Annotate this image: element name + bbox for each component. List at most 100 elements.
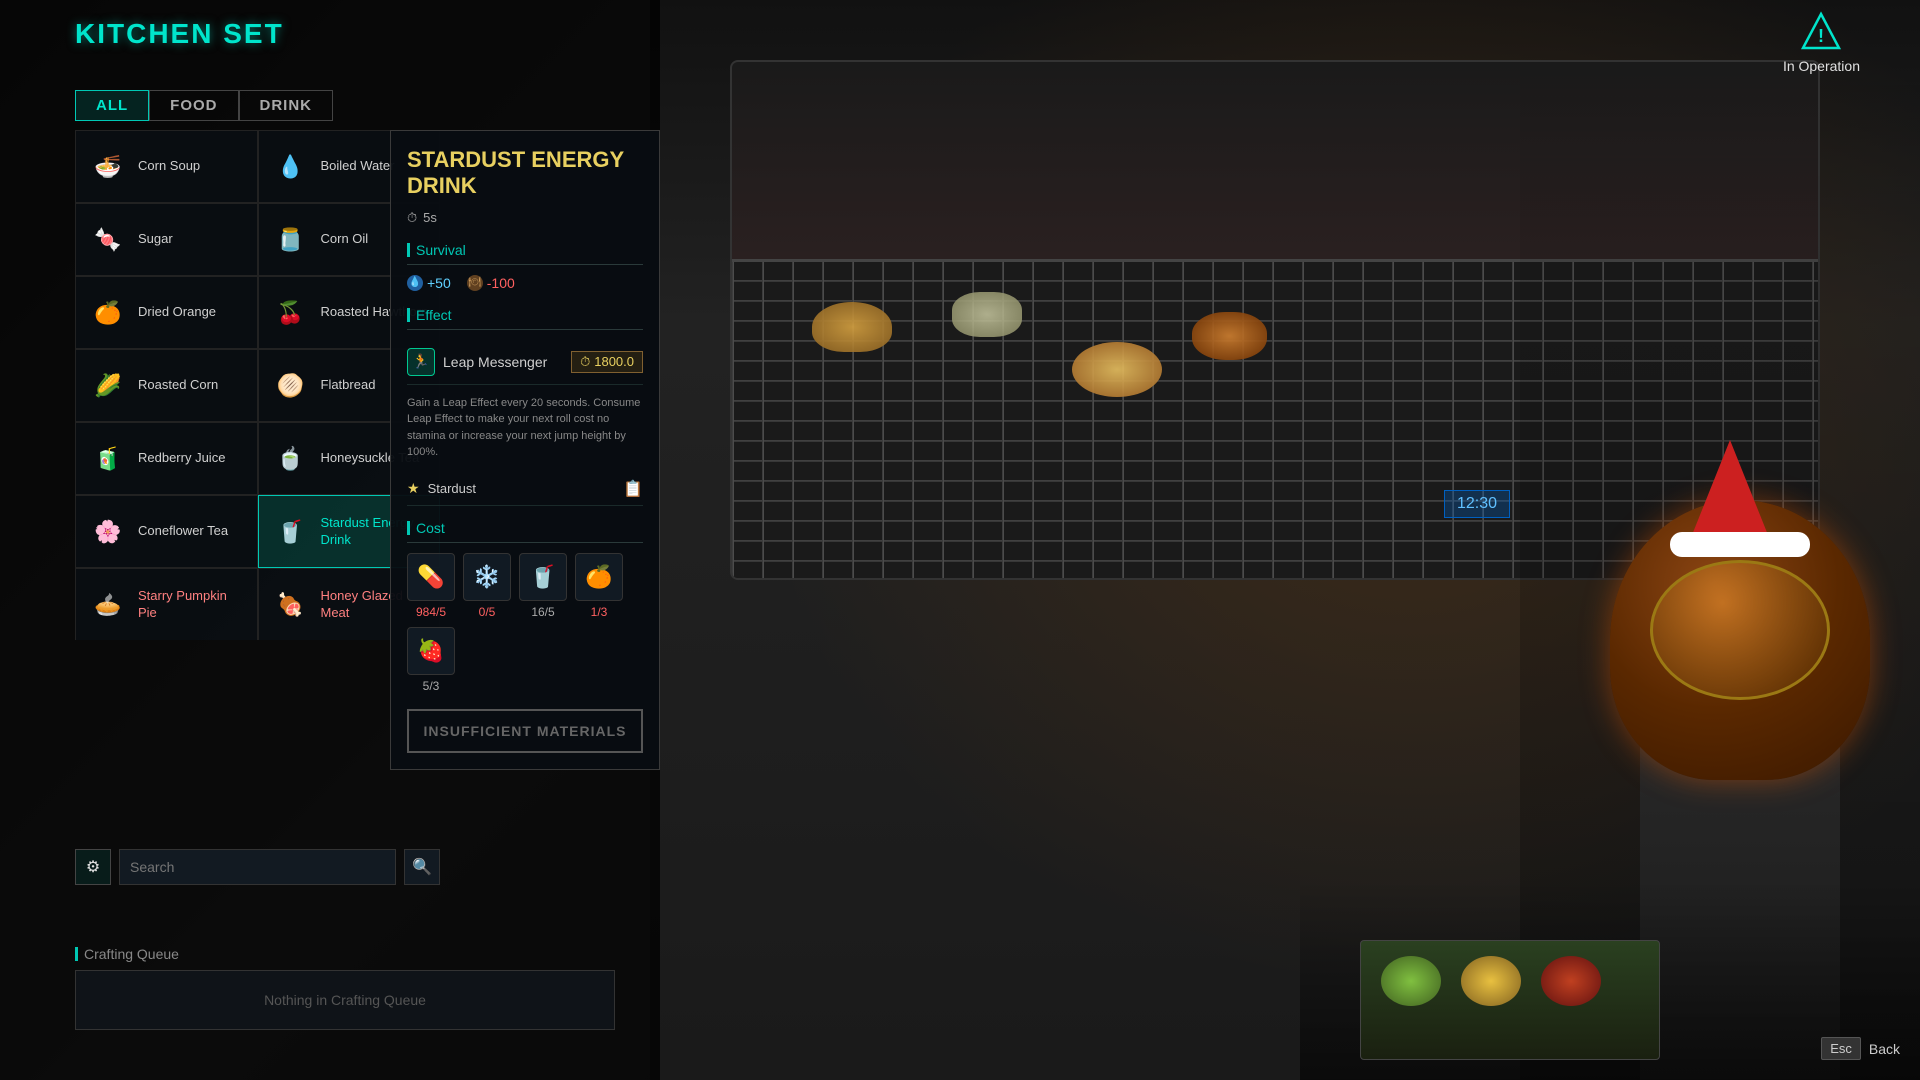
water-value: +50: [427, 275, 451, 291]
roasted-hawthorn-icon: 🍒: [269, 291, 313, 335]
santa-hat: [1690, 440, 1770, 540]
sugar-name: Sugar: [138, 231, 173, 248]
cost-qty-3: 1/3: [591, 605, 608, 619]
filter-button[interactable]: ⚙: [75, 849, 111, 885]
item-row-0: 🍜 Corn Soup 💧 Boiled Water: [75, 130, 440, 203]
effect-value: ⏱ 1800.0: [571, 351, 643, 373]
boiled-water-name: Boiled Water: [321, 158, 395, 175]
tab-drink[interactable]: DRINK: [239, 90, 334, 121]
honey-glazed-meat-icon: 🍖: [269, 583, 313, 627]
item-redberry-juice[interactable]: 🧃 Redberry Juice: [75, 422, 258, 495]
water-icon: 💧: [407, 275, 423, 291]
cost-qty-4: 5/3: [423, 679, 440, 693]
cost-qty-0: 984/5: [416, 605, 446, 619]
tab-all[interactable]: ALL: [75, 90, 149, 121]
cost-section: 💊 984/5 ❄️ 0/5 🥤 16/5 🍊 1/3 🍓 5/3: [407, 553, 643, 693]
flatbread-icon: 🫓: [269, 364, 313, 408]
cost-item-2: 🥤 16/5: [519, 553, 567, 619]
item-sugar[interactable]: 🍬 Sugar: [75, 203, 258, 276]
food-tray: [1360, 940, 1660, 1060]
food-icon: 🍽: [467, 275, 483, 291]
esc-key: Esc: [1821, 1037, 1861, 1060]
redberry-juice-name: Redberry Juice: [138, 450, 225, 467]
search-bar: ⚙ 🔍: [75, 849, 440, 885]
cost-icon-0: 💊: [407, 553, 455, 601]
honeysuckle-tea-icon: 🍵: [269, 437, 313, 481]
roasted-corn-name: Roasted Corn: [138, 377, 218, 394]
sugar-icon: 🍬: [86, 218, 130, 262]
back-label: Back: [1869, 1041, 1900, 1057]
tray-food-1: [1381, 956, 1441, 1006]
item-row-5: 🌸 Coneflower Tea 🥤 Stardust Energy Drink: [75, 495, 440, 568]
tray-food-3: [1541, 956, 1601, 1006]
filter-icon: ⚙: [86, 857, 100, 877]
effect-value-icon: ⏱: [580, 354, 590, 370]
coneflower-tea-name: Coneflower Tea: [138, 523, 228, 540]
effect-row: 🏃 Leap Messenger ⏱ 1800.0: [407, 340, 643, 385]
effect-requirement: ★ Stardust 📋: [407, 473, 643, 506]
back-button[interactable]: Esc Back: [1821, 1037, 1900, 1060]
cost-item-1: ❄️ 0/5: [463, 553, 511, 619]
cost-items: 💊 984/5 ❄️ 0/5 🥤 16/5 🍊 1/3: [407, 553, 643, 619]
time-value: 5s: [423, 210, 437, 225]
warning-icon: !: [1801, 10, 1841, 54]
search-input[interactable]: [119, 849, 396, 885]
grill-food-4: [1192, 312, 1267, 360]
effect-description: Gain a Leap Effect every 20 seconds. Con…: [407, 395, 643, 461]
in-operation-badge: ! In Operation: [1783, 10, 1860, 74]
cost-icon-4: 🍓: [407, 627, 455, 675]
cost-icon-3: 🍊: [575, 553, 623, 601]
cost-item-0: 💊 984/5: [407, 553, 455, 619]
detail-time: ⏱ 5s: [407, 210, 643, 226]
coneflower-tea-icon: 🌸: [86, 510, 130, 554]
survival-header: Survival: [407, 242, 643, 265]
item-row-1: 🍬 Sugar 🫙 Corn Oil: [75, 203, 440, 276]
dried-orange-name: Dried Orange: [138, 304, 216, 321]
search-icon: 🔍: [412, 857, 432, 877]
water-stat: 💧 +50: [407, 275, 451, 291]
food-stat: 🍽 -100: [467, 275, 515, 291]
tab-bar: ALL FOOD DRINK: [75, 90, 333, 121]
svg-text:!: !: [1818, 26, 1824, 46]
search-button[interactable]: 🔍: [404, 849, 440, 885]
clock-display: 12:30: [1444, 490, 1510, 518]
tray-food-2: [1461, 956, 1521, 1006]
tab-food[interactable]: FOOD: [149, 90, 238, 121]
in-operation-label: In Operation: [1783, 58, 1860, 74]
item-starry-pumpkin-pie[interactable]: 🥧 Starry Pumpkin Pie: [75, 568, 258, 640]
craft-button[interactable]: INSUFFICIENT MATERIALS: [407, 709, 643, 753]
grill-food-2: [952, 292, 1022, 337]
effect-icon: 🏃: [407, 348, 435, 376]
cost-icon-2: 🥤: [519, 553, 567, 601]
item-row-3: 🌽 Roasted Corn 🫓 Flatbread: [75, 349, 440, 422]
boiled-water-icon: 💧: [269, 145, 313, 189]
cost-header: Cost: [407, 520, 643, 543]
grill-food-1: [812, 302, 892, 352]
item-dried-orange[interactable]: 🍊 Dried Orange: [75, 276, 258, 349]
item-corn-soup[interactable]: 🍜 Corn Soup: [75, 130, 258, 203]
item-roasted-corn[interactable]: 🌽 Roasted Corn: [75, 349, 258, 422]
cost-qty-1: 0/5: [479, 605, 496, 619]
effect-name: Leap Messenger: [443, 354, 563, 370]
detail-item-name: STARDUST ENERGY DRINK: [407, 147, 643, 200]
crafting-queue-empty-label: Nothing in Crafting Queue: [264, 992, 426, 1008]
requirement-name: Stardust: [428, 481, 476, 496]
cost-item-4: 🍓 5/3: [407, 627, 455, 693]
effect-value-number: 1800.0: [594, 354, 634, 369]
item-detail-panel: STARDUST ENERGY DRINK ⏱ 5s Survival 💧 +5…: [390, 130, 660, 770]
cost-icon-1: ❄️: [463, 553, 511, 601]
starry-pumpkin-pie-icon: 🥧: [86, 583, 130, 627]
cost-item-3: 🍊 1/3: [575, 553, 623, 619]
item-row-2: 🍊 Dried Orange 🍒 Roasted Hawthorn: [75, 276, 440, 349]
corn-oil-name: Corn Oil: [321, 231, 369, 248]
requirement-doc-icon: 📋: [623, 479, 643, 499]
item-row-6: 🥧 Starry Pumpkin Pie 🍖 Honey Glazed Meat: [75, 568, 440, 640]
helmet-visor: [1650, 560, 1830, 700]
effect-header: Effect: [407, 307, 643, 330]
item-coneflower-tea[interactable]: 🌸 Coneflower Tea: [75, 495, 258, 568]
flatbread-name: Flatbread: [321, 377, 376, 394]
survival-stats: 💧 +50 🍽 -100: [407, 275, 643, 291]
cost-items-row2: 🍓 5/3: [407, 627, 643, 693]
kitchen-title: KITCHEN SET: [75, 18, 284, 50]
helmet: [1610, 500, 1870, 780]
